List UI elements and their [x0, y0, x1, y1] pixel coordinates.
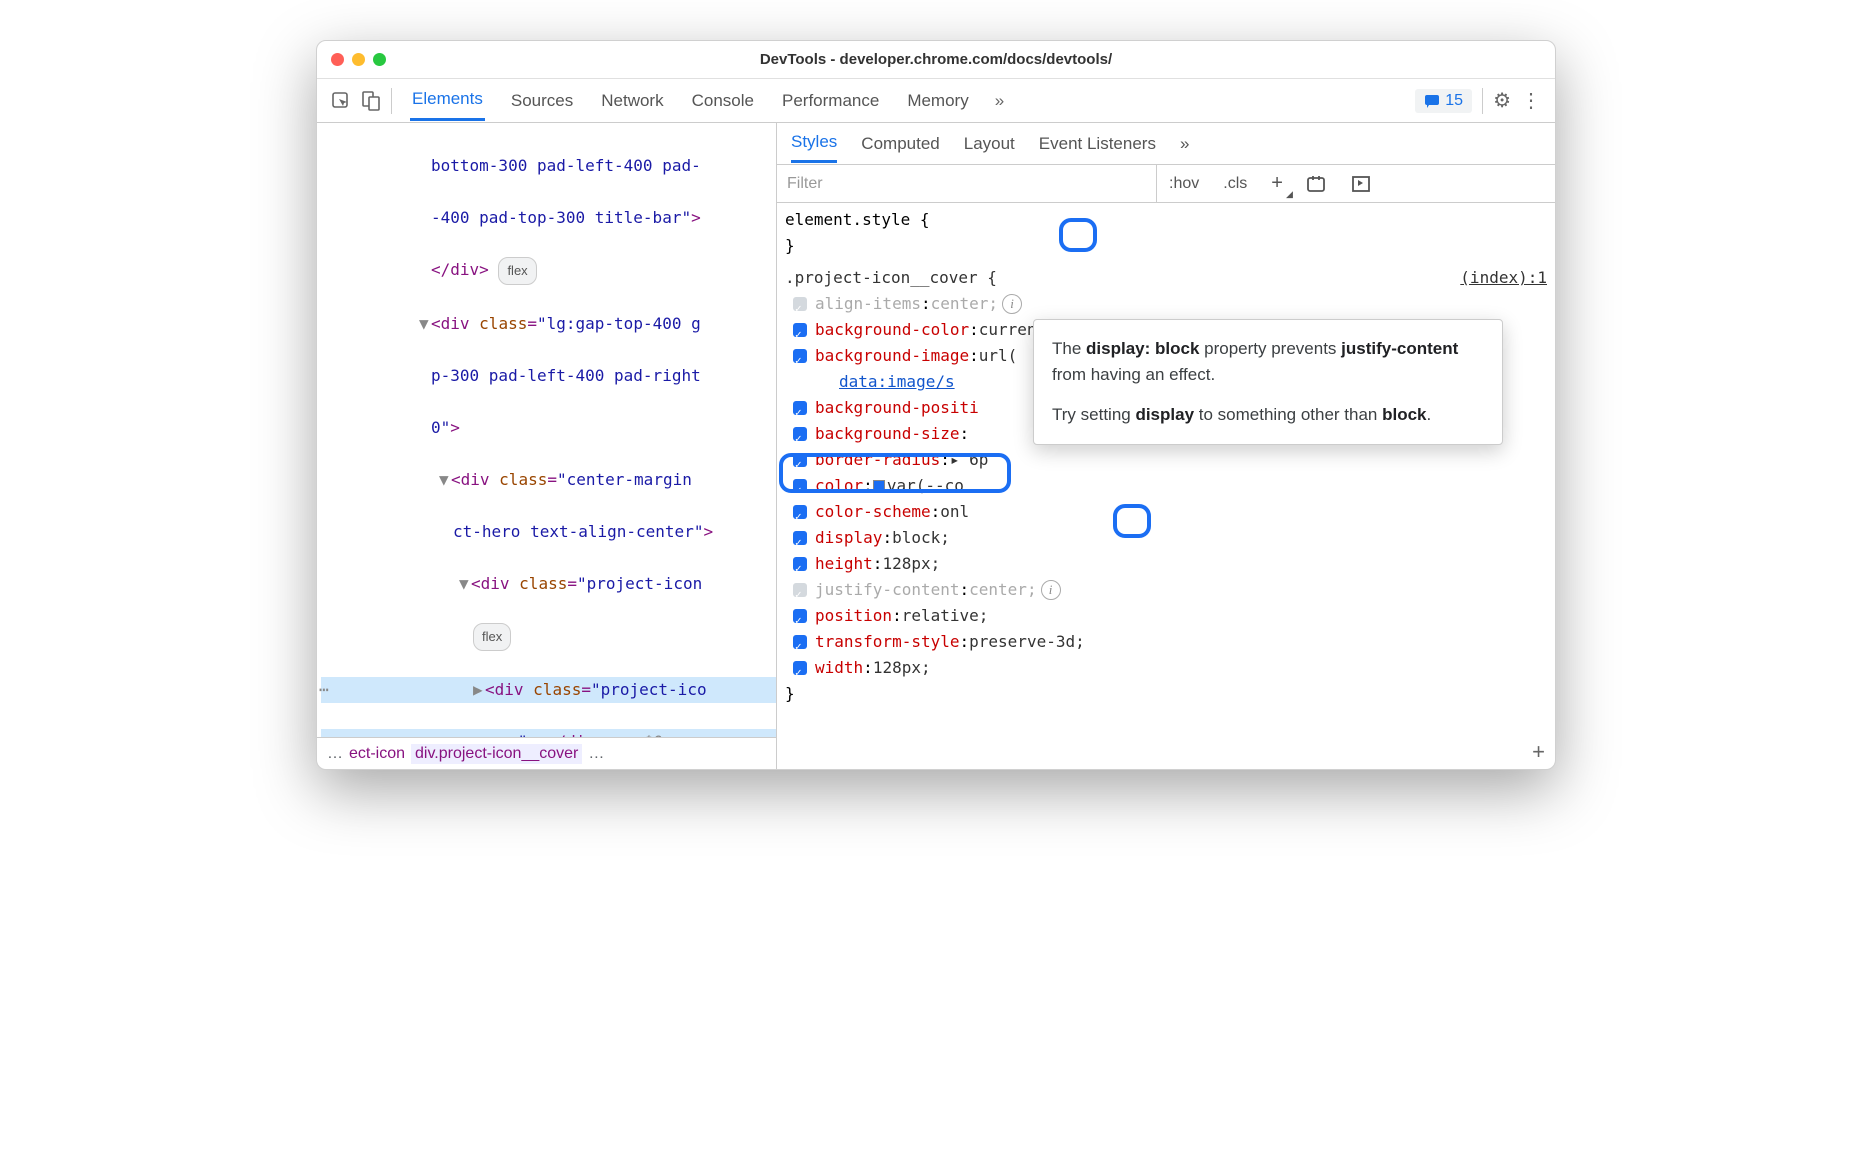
tab-event-listeners[interactable]: Event Listeners	[1039, 134, 1156, 154]
checkbox[interactable]	[793, 297, 807, 311]
breadcrumb[interactable]: … ect-icon div.project-icon__cover …	[317, 737, 776, 769]
tab-performance[interactable]: Performance	[780, 82, 881, 120]
add-rule-button[interactable]: +	[1532, 739, 1545, 765]
devtools-window: DevTools - developer.chrome.com/docs/dev…	[316, 40, 1556, 770]
checkbox[interactable]	[793, 479, 807, 493]
tab-memory[interactable]: Memory	[905, 82, 970, 120]
separator	[1482, 88, 1483, 114]
cls-toggle[interactable]: .cls	[1211, 165, 1259, 202]
info-icon[interactable]: i	[1041, 580, 1061, 600]
checkbox[interactable]	[793, 349, 807, 363]
tab-styles[interactable]: Styles	[791, 124, 837, 163]
rendering-icon[interactable]	[1339, 165, 1383, 202]
flex-badge[interactable]: flex	[473, 623, 511, 651]
tab-layout[interactable]: Layout	[964, 134, 1015, 154]
filter-bar: Filter :hov .cls +◢	[777, 165, 1555, 203]
tab-console[interactable]: Console	[690, 82, 756, 120]
tab-computed[interactable]: Computed	[861, 134, 939, 154]
checkbox[interactable]	[793, 427, 807, 441]
filter-input[interactable]: Filter	[777, 165, 1157, 202]
source-link[interactable]: (index):1	[1460, 265, 1547, 291]
tab-network[interactable]: Network	[599, 82, 665, 120]
titlebar: DevTools - developer.chrome.com/docs/dev…	[317, 41, 1555, 79]
checkbox[interactable]	[793, 661, 807, 675]
tab-sources[interactable]: Sources	[509, 82, 575, 120]
maximize-button[interactable]	[373, 53, 386, 66]
elements-tree-panel: bottom-300 pad-left-400 pad- -400 pad-to…	[317, 123, 777, 769]
settings-icon[interactable]: ⚙	[1493, 88, 1511, 113]
main-tabs: Elements Sources Network Console Perform…	[410, 80, 1405, 121]
close-button[interactable]	[331, 53, 344, 66]
styles-content[interactable]: element.style { } .project-icon__cover {…	[777, 203, 1555, 769]
checkbox[interactable]	[793, 557, 807, 571]
computed-sidebar-icon[interactable]	[1295, 165, 1339, 202]
hov-toggle[interactable]: :hov	[1157, 165, 1211, 202]
new-style-button[interactable]: +◢	[1259, 165, 1295, 202]
checkbox[interactable]	[793, 531, 807, 545]
window-title: DevTools - developer.chrome.com/docs/dev…	[317, 51, 1555, 68]
minimize-button[interactable]	[352, 53, 365, 66]
message-count[interactable]: 15	[1415, 89, 1472, 113]
tab-elements[interactable]: Elements	[410, 80, 485, 121]
checkbox[interactable]	[793, 401, 807, 415]
main-content: bottom-300 pad-left-400 pad- -400 pad-to…	[317, 123, 1555, 769]
styles-tabs: Styles Computed Layout Event Listeners »	[777, 123, 1555, 165]
checkbox[interactable]	[793, 453, 807, 467]
dom-tree[interactable]: bottom-300 pad-left-400 pad- -400 pad-to…	[317, 123, 776, 737]
more-tabs-icon[interactable]: »	[995, 91, 1004, 111]
checkbox[interactable]	[793, 505, 807, 519]
flex-badge[interactable]: flex	[498, 257, 536, 285]
info-icon[interactable]: i	[1002, 294, 1022, 314]
more-icon[interactable]: ⋮	[1521, 88, 1541, 113]
selected-row: ▶<div class="project-ico	[321, 677, 776, 703]
more-tabs-icon[interactable]: »	[1180, 134, 1189, 154]
styles-panel: Styles Computed Layout Event Listeners »…	[777, 123, 1555, 769]
checkbox[interactable]	[793, 635, 807, 649]
inspect-icon[interactable]	[331, 91, 351, 111]
checkbox[interactable]	[793, 583, 807, 597]
traffic-lights	[331, 53, 386, 66]
separator	[391, 88, 392, 114]
hint-tooltip: The display: block property prevents jus…	[1033, 319, 1503, 445]
device-icon[interactable]	[361, 91, 381, 111]
checkbox[interactable]	[793, 323, 807, 337]
checkbox[interactable]	[793, 609, 807, 623]
main-toolbar: Elements Sources Network Console Perform…	[317, 79, 1555, 123]
